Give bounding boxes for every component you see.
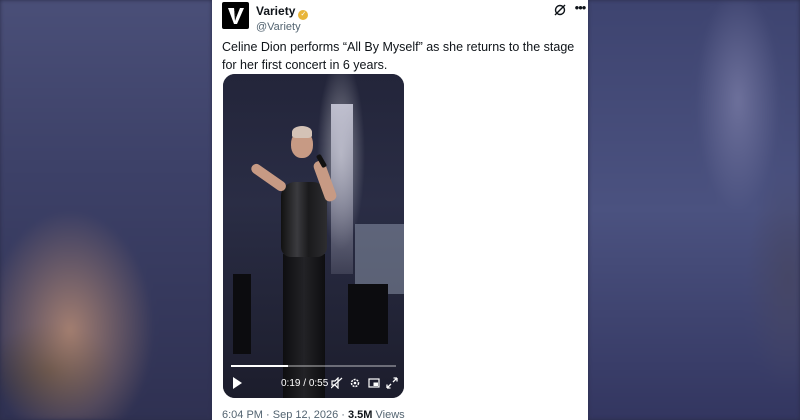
variety-logo-icon [227,7,244,24]
views-count: 3.5M [347,409,373,420]
total-duration: 0:55 [308,378,329,389]
blurred-background-left [0,0,212,420]
views-label: Views [375,409,405,420]
display-name[interactable]: Variety [256,4,295,18]
picture-in-picture-icon[interactable] [368,377,380,389]
timestamp[interactable]: 6:04 PM · Sep 12, 2026 [222,409,338,420]
tweet-header: Variety ✓ @Variety ••• [222,1,586,33]
author-names: Variety ✓ @Variety [256,2,309,33]
video-controls: 0:19 / 0:55 [223,374,404,394]
performer-torso [281,182,327,257]
more-icon[interactable]: ••• [573,1,587,15]
stage-equipment [233,274,251,354]
tweet-card[interactable]: Variety ✓ @Variety ••• Celine Dion perfor… [212,0,588,420]
verified-badge-icon: ✓ [298,10,309,20]
video-progress-fill [231,365,288,367]
tweet-meta: 6:04 PM · Sep 12, 2026 · 3.5M Views [222,409,405,420]
grok-icon[interactable] [553,3,567,17]
video-time: 0:19 / 0:55 [281,378,329,389]
fullscreen-icon[interactable] [386,377,398,389]
video-progress-bar[interactable] [231,365,396,367]
volume-muted-icon[interactable] [331,377,343,389]
elapsed-time: 0:19 [281,378,301,389]
video-player[interactable]: 0:19 / 0:55 [223,74,404,398]
performer-hair [292,126,312,138]
tweet-text: Celine Dion performs “All By Myself” as … [222,40,575,72]
stage-drums [348,284,388,344]
meta-separator: · [341,409,345,420]
handle[interactable]: @Variety [256,21,308,33]
avatar[interactable] [222,2,249,29]
blurred-background-right [588,0,800,420]
play-icon[interactable] [232,377,242,389]
gear-icon[interactable] [349,377,361,389]
